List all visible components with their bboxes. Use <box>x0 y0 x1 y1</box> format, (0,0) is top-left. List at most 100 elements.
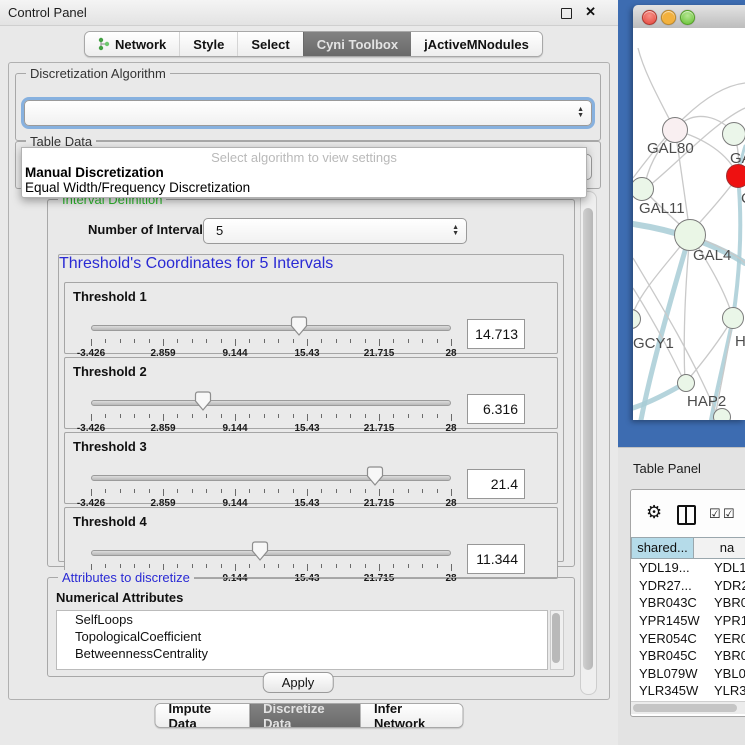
threshold-label: Threshold 1 <box>73 289 147 304</box>
table-row[interactable]: YER054CYER0 <box>631 629 745 647</box>
control-panel-titlebar: Control Panel ✕ <box>0 0 618 26</box>
slider-tick <box>379 339 380 346</box>
numerical-attributes-list[interactable]: SelfLoopsTopologicalCoefficientBetweenne… <box>56 610 548 670</box>
slider-tick <box>350 564 351 568</box>
table-cell: YLR345W <box>631 683 706 698</box>
threshold-value-field[interactable]: 11.344 <box>467 544 525 574</box>
split-view-icon[interactable] <box>677 505 696 525</box>
table-row[interactable]: YDR27...YDR2 <box>631 577 745 595</box>
group-label: Discretization Algorithm <box>26 66 170 81</box>
slider-tick <box>365 414 366 418</box>
tab-cyni-toolbox[interactable]: Cyni Toolbox <box>303 32 411 56</box>
slider-tick <box>321 489 322 493</box>
stepper-arrows-icon: ▲▼ <box>452 219 459 243</box>
slider-track[interactable] <box>91 550 451 556</box>
threshold-slider[interactable]: -3.4262.8599.14415.4321.71528 <box>91 465 451 503</box>
network-node[interactable] <box>722 307 744 329</box>
close-traffic-light-icon[interactable] <box>642 10 657 25</box>
table-row[interactable]: YBR043CYBR0 <box>631 594 745 612</box>
slider-thumb[interactable] <box>367 466 384 486</box>
panel-title: Control Panel <box>8 5 87 20</box>
table-row[interactable]: YBR045CYBR0 <box>631 647 745 665</box>
tab-network[interactable]: Network <box>85 32 179 56</box>
slider-tick <box>336 414 337 418</box>
slider-tick <box>321 339 322 343</box>
tab-select[interactable]: Select <box>237 32 302 56</box>
tab-discretize-data[interactable]: Discretize Data <box>249 704 361 727</box>
scrollbar-thumb[interactable] <box>633 704 737 712</box>
slider-tick <box>293 414 294 418</box>
slider-tick <box>379 489 380 496</box>
network-node[interactable] <box>726 164 745 188</box>
slider-tick <box>235 339 236 346</box>
slider-tick <box>177 489 178 493</box>
zoom-traffic-light-icon[interactable] <box>680 10 695 25</box>
table-cell: YBR0 <box>706 595 745 610</box>
table-horizontal-scrollbar[interactable] <box>631 701 745 714</box>
slider-tick <box>264 489 265 493</box>
number-of-intervals-label: Number of Intervals <box>88 222 210 237</box>
close-icon[interactable]: ✕ <box>585 4 596 20</box>
network-node[interactable] <box>713 408 731 420</box>
threshold-value-field[interactable]: 21.4 <box>467 469 525 499</box>
popup-option-manual-discretization[interactable]: Manual Discretization <box>24 165 584 180</box>
slider-tick <box>264 564 265 568</box>
slider-tick <box>120 489 121 493</box>
slider-tick <box>206 564 207 568</box>
scrollbar-thumb[interactable] <box>583 208 593 670</box>
popup-option-equal-width-frequency[interactable]: Equal Width/Frequency Discretization <box>24 180 584 195</box>
algorithm-combo[interactable]: ▲▼ <box>24 100 592 126</box>
scrollbar-thumb[interactable] <box>552 613 560 663</box>
attribute-list-item[interactable]: TopologicalCoefficient <box>57 628 547 645</box>
tab-infer-network[interactable]: Infer Network <box>361 704 463 727</box>
attributes-scrollbar[interactable] <box>550 610 564 670</box>
slider-track[interactable] <box>91 400 451 406</box>
threshold-slider[interactable]: -3.4262.8599.14415.4321.71528 <box>91 390 451 428</box>
checkbox-icon[interactable]: ☑ <box>709 506 721 522</box>
table-row[interactable]: YLR345WYLR3 <box>631 682 745 700</box>
attribute-list-item[interactable]: BetweennessCentrality <box>57 645 547 662</box>
tab-jactivemnodules[interactable]: jActiveMNodules <box>411 32 542 56</box>
attribute-list-item[interactable]: SelfLoops <box>57 611 547 628</box>
network-node[interactable] <box>677 374 695 392</box>
network-node[interactable] <box>722 122 745 146</box>
apply-button[interactable]: Apply <box>263 672 334 693</box>
column-header-name[interactable]: na <box>694 537 745 559</box>
slider-tick <box>278 564 279 568</box>
slider-tick <box>451 489 452 496</box>
slider-tick <box>221 489 222 493</box>
network-canvas[interactable]: GAL80GACGAL11GAL4GCY1HHAP2 <box>633 28 745 420</box>
minimize-traffic-light-icon[interactable] <box>661 10 676 25</box>
float-window-icon[interactable] <box>561 8 572 19</box>
slider-tick <box>249 564 250 568</box>
table-row[interactable]: YBL079WYBL0 <box>631 665 745 683</box>
table-row[interactable]: YPR145WYPR1 <box>631 612 745 630</box>
table-cell: YBR0 <box>706 648 745 663</box>
slider-tick <box>393 414 394 418</box>
table-row[interactable]: YDL19...YDL1 <box>631 559 745 577</box>
number-of-intervals-combo[interactable]: 5 ▲▼ <box>203 218 467 244</box>
settings-vertical-scrollbar[interactable] <box>580 191 597 695</box>
slider-tick <box>120 414 121 418</box>
combo-value: 5 <box>216 223 223 238</box>
slider-tick <box>105 414 106 418</box>
slider-thumb[interactable] <box>290 316 307 336</box>
threshold-value-field[interactable]: 6.316 <box>467 394 525 424</box>
slider-thumb[interactable] <box>194 391 211 411</box>
slider-tick <box>91 489 92 496</box>
slider-track[interactable] <box>91 325 451 331</box>
threshold-value-field[interactable]: 14.713 <box>467 319 525 349</box>
cyni-settings-panel: Discretization Algorithm ▲▼ Table Data g… <box>8 62 610 700</box>
tab-style[interactable]: Style <box>179 32 237 56</box>
slider-tick <box>437 339 438 343</box>
slider-thumb[interactable] <box>252 541 269 561</box>
column-header-shared[interactable]: shared... <box>631 537 694 559</box>
tab-impute-data[interactable]: Impute Data <box>156 704 250 727</box>
slider-track[interactable] <box>91 475 451 481</box>
slider-tick <box>365 339 366 343</box>
gear-icon[interactable]: ⚙ <box>646 502 662 523</box>
checkbox-icon[interactable]: ☑ <box>723 506 735 522</box>
threshold-panel: Threshold 4 -3.4262.8599.14415.4321.7152… <box>64 507 558 579</box>
slider-tick <box>408 414 409 418</box>
threshold-slider[interactable]: -3.4262.8599.14415.4321.71528 <box>91 315 451 353</box>
